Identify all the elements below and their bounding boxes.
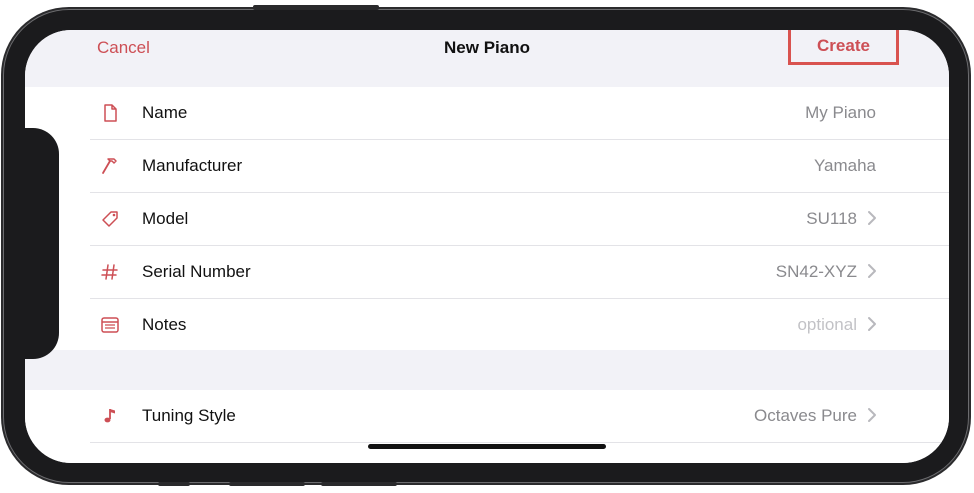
manufacturer-field[interactable]: Yamaha (814, 156, 876, 176)
chevron-right-icon (868, 408, 876, 422)
document-icon (104, 104, 117, 122)
serial-number-row[interactable]: Serial Number SN42-XYZ (25, 246, 949, 299)
name-field[interactable]: My Piano (805, 103, 876, 123)
chevron-right-icon (868, 317, 876, 331)
tuning-style-label: Tuning Style (142, 406, 236, 425)
model-label: Model (142, 209, 189, 228)
serial-number-label: Serial Number (142, 262, 251, 281)
bottom-side-button-1 (158, 482, 190, 486)
model-row[interactable]: Model SU118 (25, 193, 949, 246)
camera-notch (25, 128, 59, 359)
notes-label: Notes (142, 315, 187, 334)
navigation-bar: Cancel New Piano Create (25, 30, 949, 88)
bottom-side-button-3 (321, 482, 397, 486)
home-indicator[interactable] (368, 444, 606, 449)
chevron-right-icon (868, 264, 876, 278)
number-sign-icon (101, 264, 118, 280)
hammer-icon (102, 158, 117, 174)
notes-value: optional (797, 315, 857, 334)
tuning-section: Tuning Style Octaves Pure (25, 390, 949, 463)
model-value: SU118 (806, 209, 857, 228)
name-label: Name (142, 103, 188, 122)
notes-row[interactable]: Notes optional (25, 299, 949, 352)
bottom-side-button-2 (229, 482, 305, 486)
notes-icon (101, 317, 119, 333)
screen: Cancel New Piano Create Name My Piano Ma… (25, 30, 949, 463)
top-side-button (253, 5, 379, 10)
manufacturer-row[interactable]: Manufacturer Yamaha (25, 140, 949, 193)
music-note-icon (104, 409, 115, 423)
piano-details-section: Name My Piano Manufacturer Yamaha Model … (25, 87, 949, 350)
tag-icon (102, 211, 118, 227)
serial-number-value: SN42-XYZ (775, 262, 857, 281)
create-button[interactable]: Create (788, 30, 899, 65)
manufacturer-label: Manufacturer (142, 156, 243, 175)
name-row[interactable]: Name My Piano (25, 87, 949, 140)
tuning-style-row[interactable]: Tuning Style Octaves Pure (25, 390, 949, 443)
tuning-style-value: Octaves Pure (754, 406, 857, 425)
chevron-right-icon (868, 211, 876, 225)
